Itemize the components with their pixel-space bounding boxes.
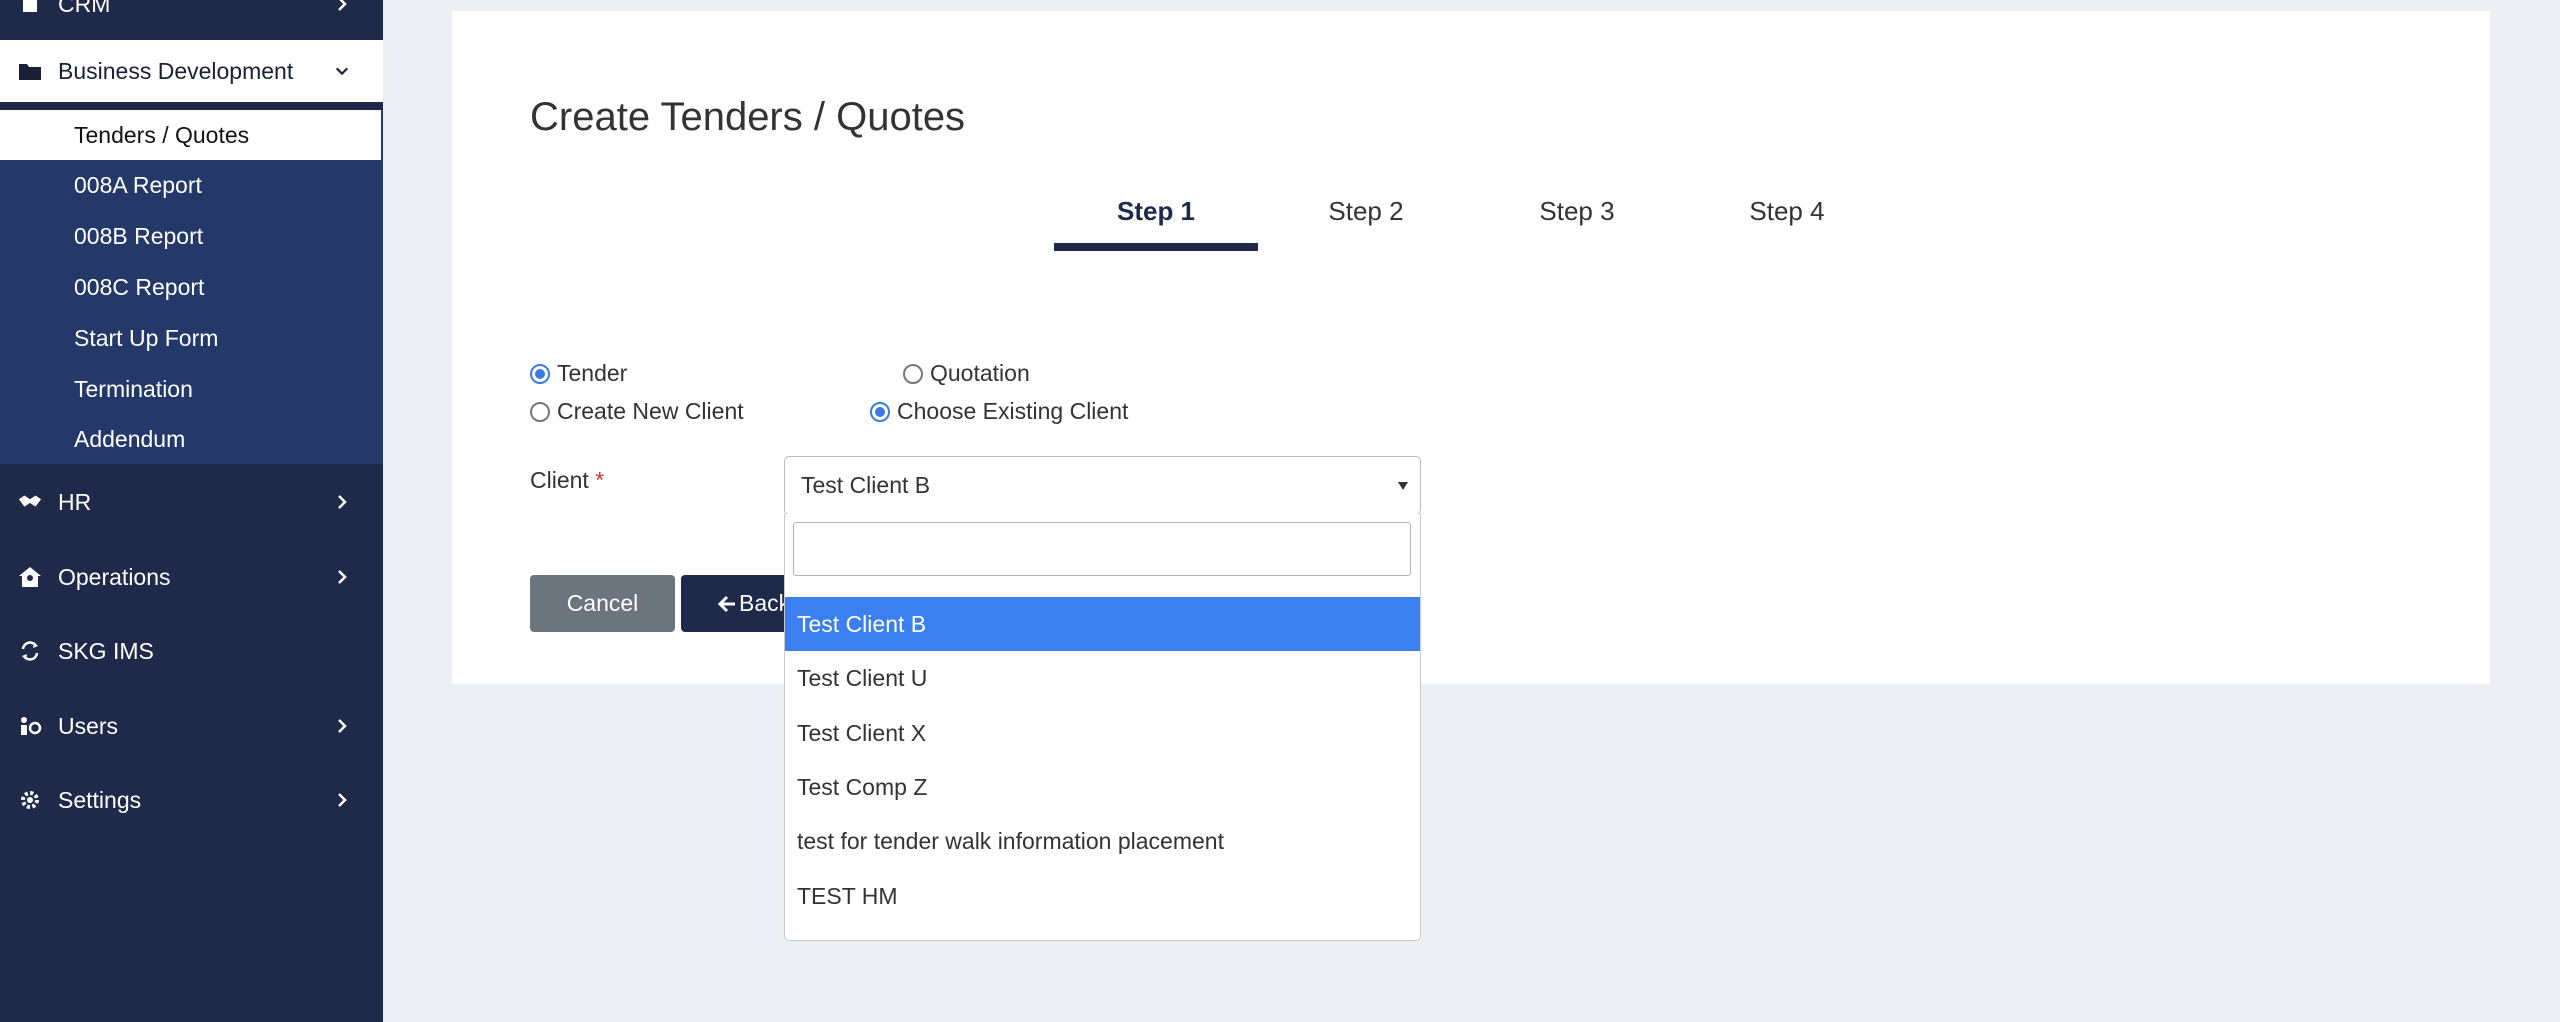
cancel-button[interactable]: Cancel xyxy=(530,575,675,632)
client-field-label: Client * xyxy=(530,467,604,494)
sidebar-subitem-008c-report[interactable]: 008C Report xyxy=(0,262,383,312)
arrow-left-icon xyxy=(717,594,737,614)
sidebar-subitem-termination[interactable]: Termination xyxy=(0,364,383,414)
sidebar-item-label: Operations xyxy=(58,563,171,590)
house-user-icon xyxy=(18,565,42,589)
tab-step-1[interactable]: Step 1 xyxy=(1054,196,1258,227)
tender-radio-label: Tender xyxy=(557,360,628,386)
client-select[interactable]: Test Client B xyxy=(784,456,1421,515)
sidebar-subitem-addendum[interactable]: Addendum xyxy=(0,414,383,464)
sidebar-subitem-008a-report[interactable]: 008A Report xyxy=(0,160,383,210)
tender-radio[interactable] xyxy=(530,363,550,384)
create-new-client-radio-option[interactable]: Create New Client xyxy=(530,398,744,425)
sidebar-item-label: SKG IMS xyxy=(58,637,154,664)
sidebar: CRM Business Development Tenders / Quote… xyxy=(0,0,383,1022)
quotation-radio-option[interactable]: Quotation xyxy=(903,360,1030,387)
tab-step-3[interactable]: Step 3 xyxy=(1475,196,1679,227)
sidebar-item-label: HR xyxy=(58,488,92,515)
client-select-value: Test Client B xyxy=(801,472,931,498)
create-new-client-radio[interactable] xyxy=(530,401,550,422)
dropdown-option[interactable]: TEST HM xyxy=(785,869,1420,923)
sidebar-subitem-tenders-quotes[interactable]: Tenders / Quotes xyxy=(0,110,383,160)
client-label-text: Client xyxy=(530,467,589,493)
back-button-label: Back xyxy=(739,590,791,616)
dropdown-option[interactable]: Test Client B xyxy=(785,597,1420,651)
dropdown-option[interactable]: Test Client U xyxy=(785,651,1420,705)
users-cog-icon xyxy=(18,714,42,738)
chevron-right-icon xyxy=(335,793,349,807)
chevron-right-icon xyxy=(335,0,349,11)
chevron-right-icon xyxy=(335,570,349,584)
create-new-client-label: Create New Client xyxy=(557,398,744,424)
active-step-indicator xyxy=(1054,243,1258,251)
sidebar-item-label: Settings xyxy=(58,786,142,813)
required-marker: * xyxy=(595,467,605,493)
folder-icon xyxy=(18,59,42,83)
dropdown-option[interactable]: Test Comp Z xyxy=(785,760,1420,814)
caret-down-icon xyxy=(1398,481,1408,490)
client-dropdown: Test Client B Test Client U Test Client … xyxy=(784,514,1421,941)
choose-existing-client-radio-option[interactable]: Choose Existing Client xyxy=(870,398,1128,425)
quotation-radio-label: Quotation xyxy=(930,360,1030,386)
building-icon xyxy=(18,0,42,16)
sidebar-item-skg-ims[interactable]: SKG IMS xyxy=(0,621,383,681)
sidebar-item-operations[interactable]: Operations xyxy=(0,547,383,607)
sync-icon xyxy=(18,639,42,663)
choose-existing-client-radio[interactable] xyxy=(870,401,890,422)
tender-radio-option[interactable]: Tender xyxy=(530,360,627,387)
dropdown-option[interactable]: test for tender walk information placeme… xyxy=(785,814,1420,868)
sidebar-item-users[interactable]: Users xyxy=(0,696,383,756)
chevron-right-icon xyxy=(335,719,349,733)
choose-existing-client-label: Choose Existing Client xyxy=(897,398,1129,424)
tab-step-4[interactable]: Step 4 xyxy=(1685,196,1889,227)
chevron-down-icon xyxy=(335,64,349,78)
sidebar-item-label: Users xyxy=(58,712,119,739)
sidebar-subitem-start-up-form[interactable]: Start Up Form xyxy=(0,313,383,363)
sidebar-item-hr[interactable]: HR xyxy=(0,472,383,532)
client-search-input[interactable] xyxy=(793,522,1411,576)
tab-step-2[interactable]: Step 2 xyxy=(1264,196,1468,227)
business-development-submenu: Tenders / Quotes 008A Report 008B Report… xyxy=(0,110,383,464)
sidebar-item-business-development[interactable]: Business Development xyxy=(0,40,383,102)
sidebar-item-label: Business Development xyxy=(58,57,294,84)
gear-icon xyxy=(18,788,42,812)
quotation-radio[interactable] xyxy=(903,363,923,384)
sidebar-subitem-008b-report[interactable]: 008B Report xyxy=(0,211,383,261)
sidebar-item-settings[interactable]: Settings xyxy=(0,770,383,830)
sidebar-item-label: CRM xyxy=(58,0,111,17)
sidebar-item-crm[interactable]: CRM xyxy=(0,0,383,30)
page-title: Create Tenders / Quotes xyxy=(530,95,966,139)
handshake-icon xyxy=(18,490,42,514)
dropdown-option[interactable]: Test Client X xyxy=(785,706,1420,760)
chevron-right-icon xyxy=(335,495,349,509)
